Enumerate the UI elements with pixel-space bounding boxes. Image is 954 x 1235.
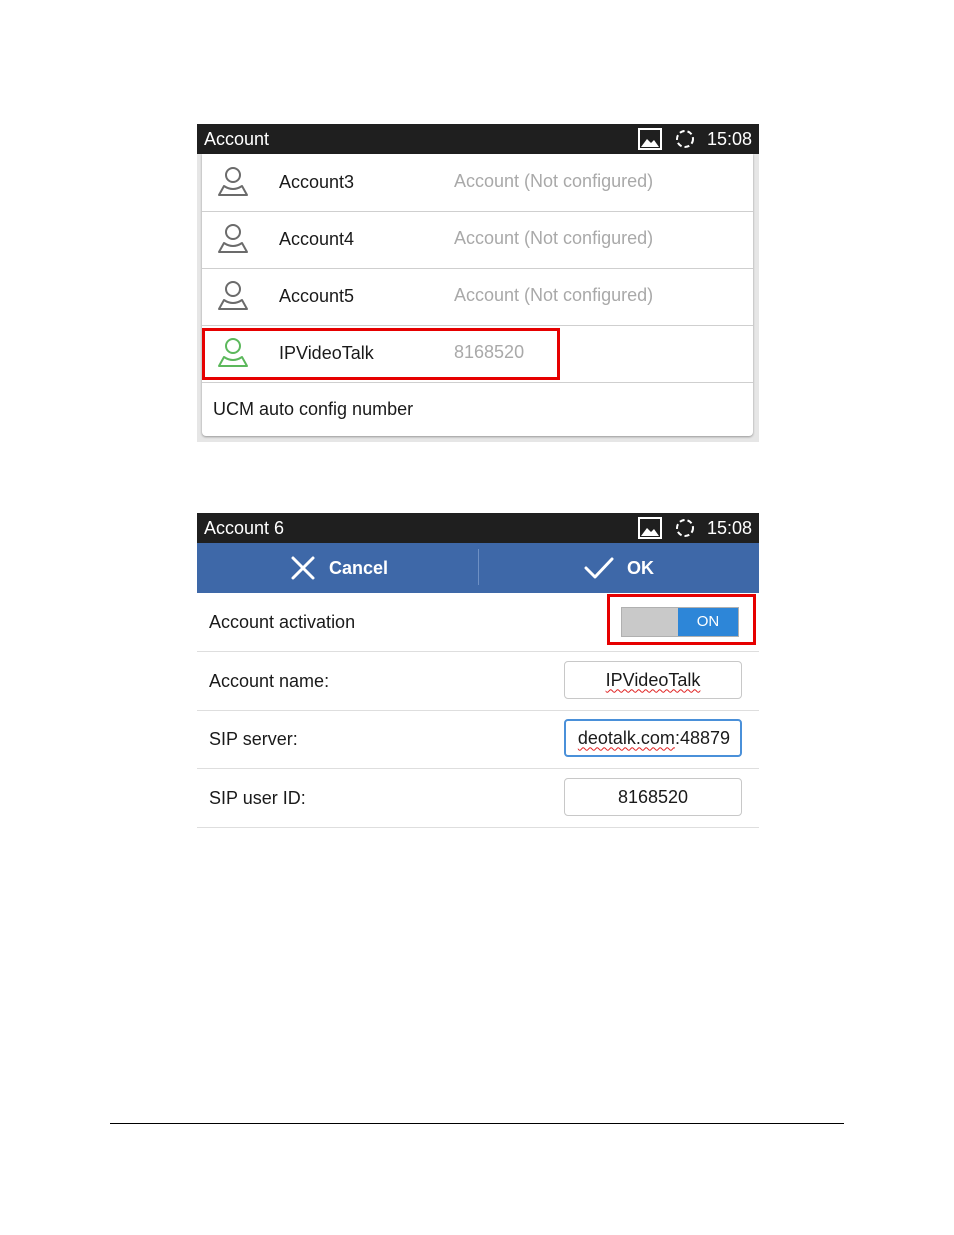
sip-user-id-value: 8168520 xyxy=(617,786,689,807)
sip-server-row: SIP server: deotalk.com:48879 xyxy=(197,710,759,769)
account-activation-label: Account activation xyxy=(209,612,356,632)
sip-server-label: SIP server: xyxy=(209,729,298,749)
account-status: Account (Not configured) xyxy=(454,228,654,248)
sip-user-id-label: SIP user ID: xyxy=(209,788,306,808)
person-icon xyxy=(216,223,250,255)
account-name-field[interactable]: IPVideoTalk xyxy=(564,661,742,699)
sip-server-field[interactable]: deotalk.com:48879 xyxy=(564,719,742,757)
ucm-auto-config-label: UCM auto config number xyxy=(213,399,414,419)
action-bar: Cancel OK xyxy=(197,543,759,593)
list-item-account3[interactable]: Account3 Account (Not configured) xyxy=(202,154,753,212)
account-edit-screenshot: Account 6 15:08 Cancel OK Account activa… xyxy=(197,513,759,828)
highlight-box xyxy=(202,328,560,380)
cancel-label: Cancel xyxy=(329,557,389,578)
account-list-screenshot: Account 15:08 Account3 Account (Not conf… xyxy=(197,124,759,442)
clock: 15:08 xyxy=(706,518,752,538)
account-name-row: Account name: IPVideoTalk xyxy=(197,652,759,711)
screen-title: Account 6 xyxy=(204,518,285,538)
sip-server-value-port: :48879 xyxy=(674,727,730,748)
sip-user-id-field[interactable]: 8168520 xyxy=(564,778,742,816)
image-icon xyxy=(638,517,662,539)
status-bar: Account 15:08 xyxy=(197,124,759,154)
check-icon xyxy=(584,557,614,579)
person-icon xyxy=(216,280,250,312)
account-name: Account4 xyxy=(279,229,355,249)
image-icon xyxy=(638,128,662,150)
sync-icon xyxy=(674,128,696,150)
sync-icon xyxy=(674,517,696,539)
close-icon xyxy=(291,556,315,580)
ok-label: OK xyxy=(627,557,654,578)
person-icon xyxy=(216,166,250,198)
list-item-account5[interactable]: Account5 Account (Not configured) xyxy=(202,268,753,326)
account-list: Account3 Account (Not configured) Accoun… xyxy=(202,154,753,436)
cancel-button[interactable]: Cancel xyxy=(290,543,388,593)
footer-divider xyxy=(110,1123,844,1124)
action-divider xyxy=(478,549,479,585)
screen-title: Account xyxy=(204,129,270,149)
clock: 15:08 xyxy=(706,129,752,149)
ok-button[interactable]: OK xyxy=(584,543,654,593)
list-item-account4[interactable]: Account4 Account (Not configured) xyxy=(202,211,753,269)
highlight-box xyxy=(607,594,756,645)
account-name-value: IPVideoTalk xyxy=(605,669,701,690)
sip-server-value-domain: deotalk.com xyxy=(577,727,675,748)
account-name: Account3 xyxy=(279,172,355,192)
status-bar: Account 6 15:08 xyxy=(197,513,759,543)
list-item-ucm-auto-config[interactable]: UCM auto config number xyxy=(202,382,753,439)
sip-user-id-row: SIP user ID: 8168520 xyxy=(197,769,759,828)
account-status: Account (Not configured) xyxy=(454,171,654,191)
account-status: Account (Not configured) xyxy=(454,285,654,305)
account-name: Account5 xyxy=(279,286,355,306)
account-name-label: Account name: xyxy=(209,671,330,691)
